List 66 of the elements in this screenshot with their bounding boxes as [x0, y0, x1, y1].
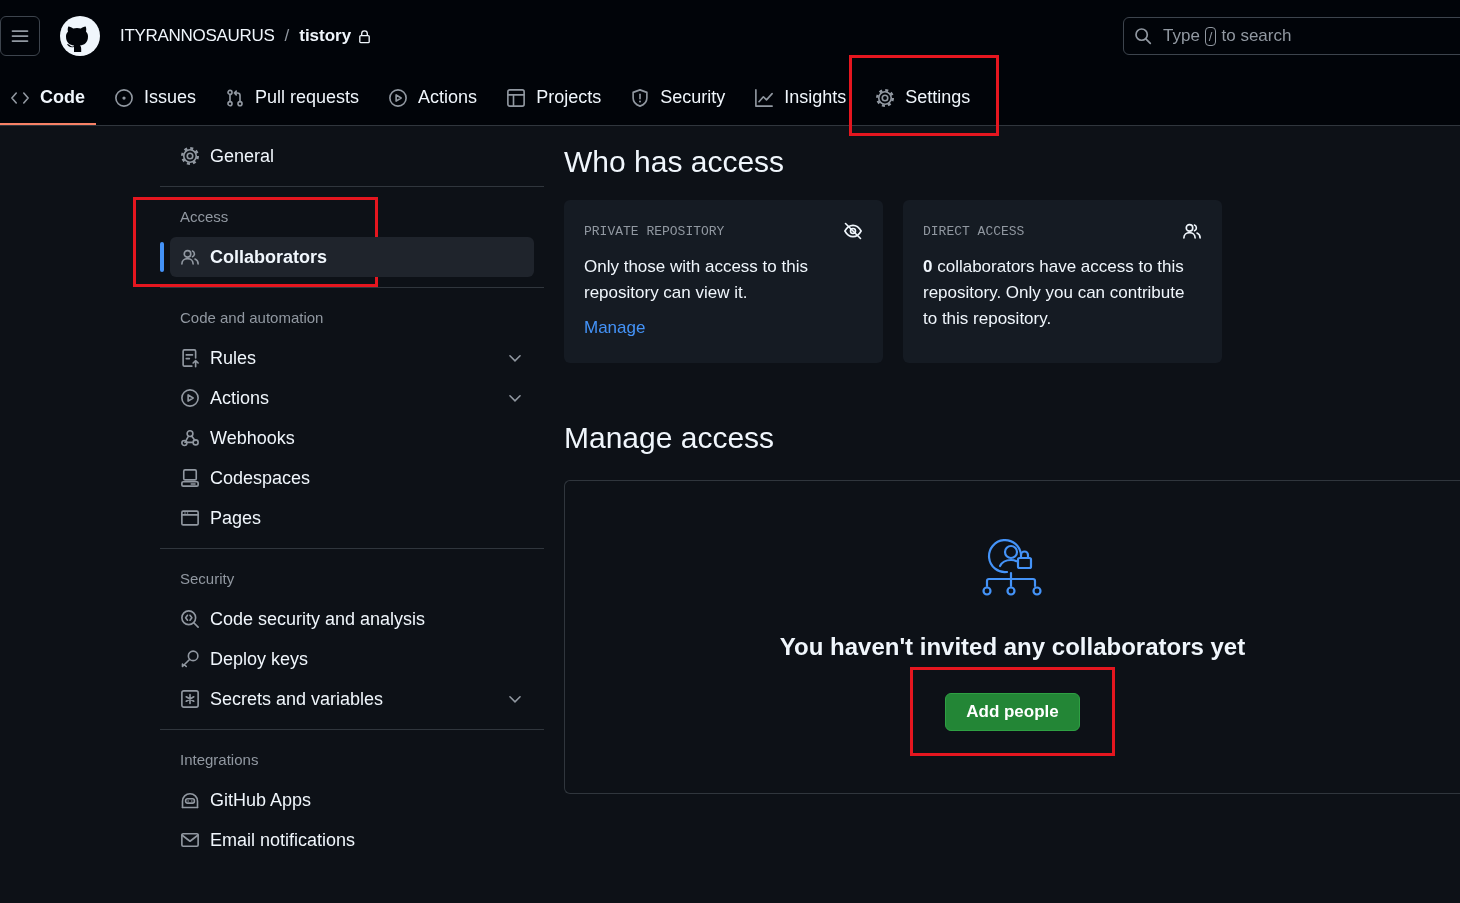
- section-heading: Integrations: [179, 750, 260, 770]
- cat-logo-icon[interactable]: [60, 16, 100, 56]
- card-label: DIRECT ACCESS: [923, 223, 1025, 239]
- play-circle-icon: [180, 388, 200, 408]
- pull-request-icon: [225, 87, 246, 108]
- circle-dot-icon: [114, 87, 134, 108]
- sidebar-item[interactable]: Collaborators: [170, 237, 534, 277]
- card-text: 0 collaborators have access to this repository. Only you can contribute to this repository.: [923, 256, 1186, 330]
- sidebar-item[interactable]: Secrets and variables: [160, 679, 544, 719]
- shortcut-key: /: [1204, 26, 1217, 46]
- play-circle-icon: [388, 87, 409, 108]
- repo-tab[interactable]: Actions: [378, 72, 489, 125]
- card-text: Only those with access to this repository can view it.: [584, 256, 809, 304]
- repo-tab[interactable]: Projects: [496, 72, 613, 125]
- section-heading: Code and automation: [179, 308, 325, 328]
- webhook-icon: [180, 428, 200, 448]
- table-icon: [506, 87, 527, 108]
- section-heading: Security: [179, 569, 236, 589]
- sidebar-item[interactable]: Webhooks: [160, 418, 544, 458]
- lock-icon: [357, 28, 373, 44]
- sidebar-item[interactable]: Actions: [160, 378, 544, 418]
- manage-link[interactable]: Manage: [584, 318, 646, 338]
- eye-slash-icon: [843, 221, 863, 241]
- repo-tab[interactable]: Code: [0, 72, 96, 125]
- browser-window-icon: [180, 508, 200, 528]
- line-graph-icon: [754, 87, 775, 108]
- repo-tab[interactable]: Pull requests: [215, 72, 371, 125]
- section-title: Who has access: [564, 144, 786, 180]
- envelope-icon: [180, 830, 200, 850]
- path-separator: /: [284, 26, 290, 46]
- sidebar-item[interactable]: Pages: [160, 498, 544, 538]
- sidebar-item[interactable]: Email notifications: [160, 820, 544, 860]
- add-people-button[interactable]: Add people: [945, 693, 1080, 731]
- sidebar-item[interactable]: Deploy keys: [160, 639, 544, 679]
- sidebar-item[interactable]: General: [160, 136, 544, 176]
- search-placeholder: Type: [1163, 26, 1200, 46]
- sidebar-item[interactable]: Codespaces: [160, 458, 544, 498]
- asterisk-box-icon: [180, 689, 200, 709]
- document-arrow-icon: [180, 348, 200, 368]
- repository-name[interactable]: tistory: [299, 26, 352, 46]
- sidebar-item[interactable]: GitHub Apps: [160, 780, 544, 820]
- robot-face-icon: [180, 790, 200, 810]
- repo-tab[interactable]: Security: [620, 72, 737, 125]
- gear-icon: [180, 146, 200, 166]
- people-icon: [1182, 221, 1202, 241]
- monitor-icon: [180, 468, 200, 488]
- shield-icon: [630, 87, 651, 108]
- search-placeholder: to search: [1221, 26, 1292, 46]
- sidebar-item[interactable]: Code security and analysis: [160, 599, 544, 639]
- key-icon: [180, 649, 200, 669]
- owner-name[interactable]: ITYRANNOSAURUS: [120, 26, 275, 46]
- repo-tab[interactable]: Issues: [104, 72, 208, 125]
- repo-tab[interactable]: Insights: [744, 72, 858, 125]
- search-icon: [1134, 27, 1152, 45]
- selection-indicator: [160, 242, 164, 272]
- repo-tab[interactable]: Settings: [865, 72, 982, 125]
- search-field[interactable]: Type / to search: [1123, 17, 1460, 55]
- section-heading: Access: [179, 207, 230, 227]
- sidebar-item[interactable]: Rules: [160, 338, 544, 378]
- menu-button[interactable]: [0, 16, 40, 56]
- empty-state-message: You haven't invited any collaborators yet: [779, 633, 1246, 661]
- section-title: Manage access: [564, 420, 776, 456]
- card-label: PRIVATE REPOSITORY: [584, 223, 725, 239]
- people-icon: [180, 247, 200, 267]
- gear-icon: [875, 87, 896, 108]
- magnifier-code-icon: [180, 609, 200, 629]
